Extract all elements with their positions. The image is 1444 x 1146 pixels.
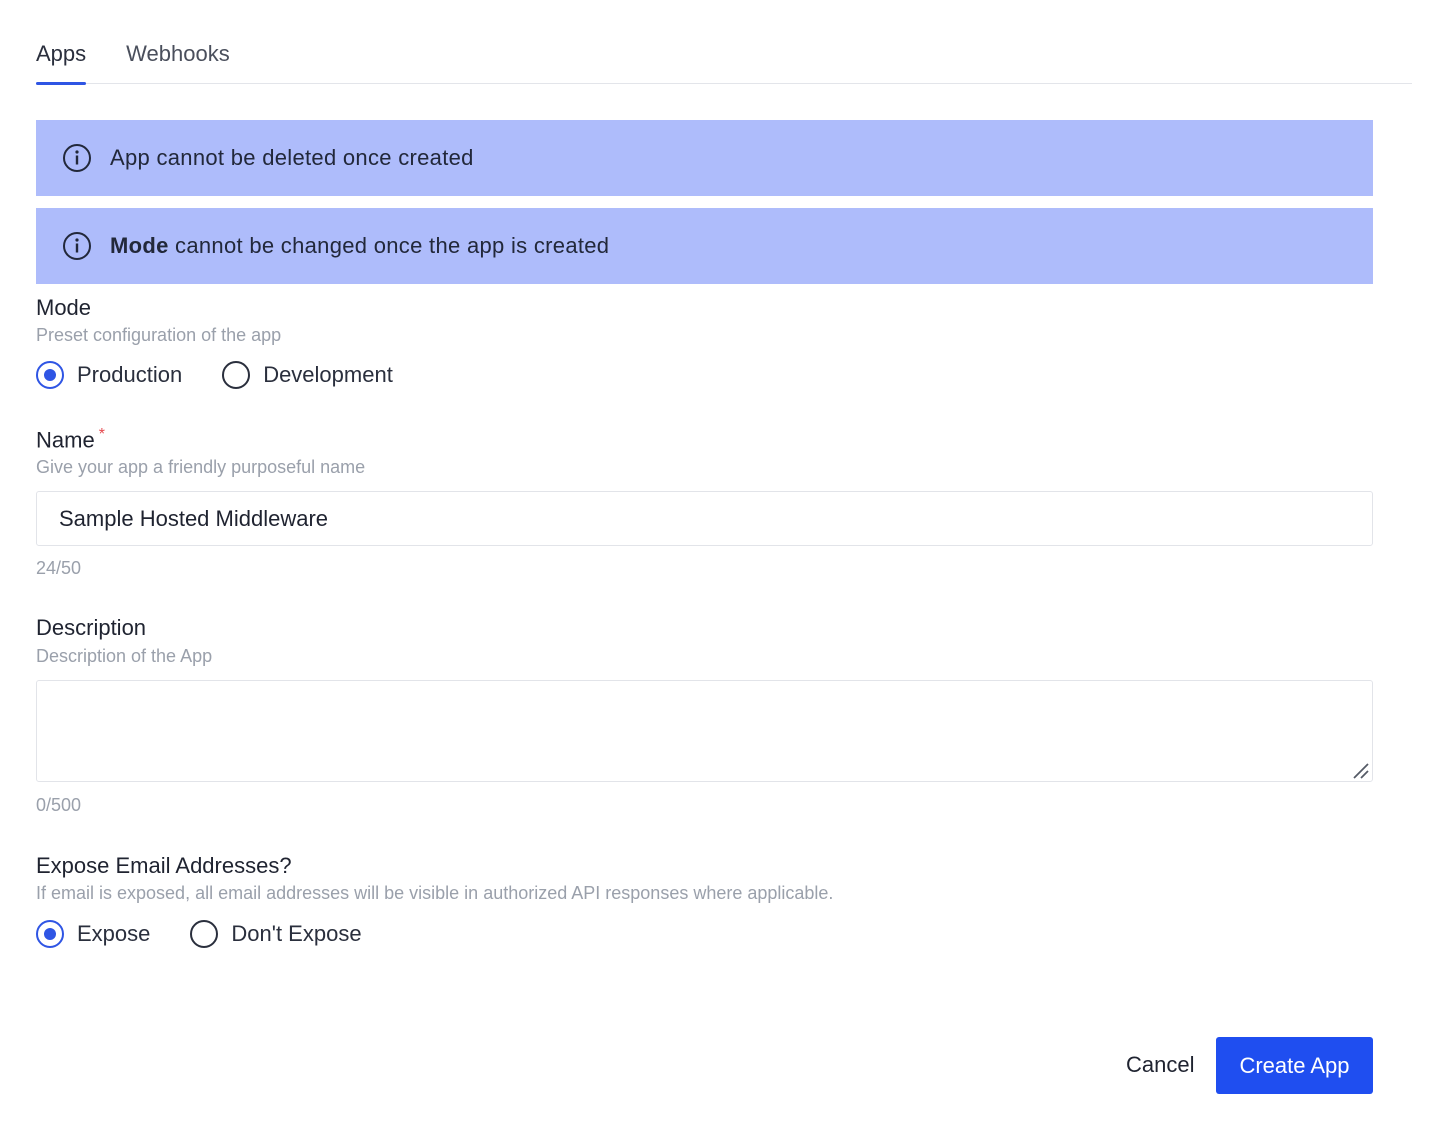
radio-unchecked-icon[interactable] xyxy=(222,361,251,389)
mode-subtitle: Preset configuration of the app xyxy=(36,325,282,345)
mode-warning-rest: cannot be changed once the app is create… xyxy=(168,233,610,258)
mode-option-production-label: Production xyxy=(77,362,183,387)
radio-checked-icon[interactable] xyxy=(36,361,64,389)
mode-warning-text: Mode cannot be changed once the app is c… xyxy=(110,233,609,259)
expose-email-subtitle: If email is exposed, all email addresses… xyxy=(36,883,834,903)
radio-unchecked-icon[interactable] xyxy=(190,920,219,948)
mode-option-development-label: Development xyxy=(263,362,393,387)
mode-option-production[interactable]: Production xyxy=(36,361,182,389)
mode-warning-bold: Mode xyxy=(110,233,169,258)
name-title: Name * xyxy=(36,426,105,453)
tab-bar: Apps Webhooks xyxy=(36,36,1412,85)
tab-webhooks[interactable]: Webhooks xyxy=(126,36,230,83)
delete-warning-banner: App cannot be deleted once created xyxy=(36,120,1373,196)
radio-checked-icon[interactable] xyxy=(36,920,64,948)
expose-option-expose[interactable]: Expose xyxy=(36,920,150,948)
delete-warning-text: App cannot be deleted once created xyxy=(110,145,474,170)
resize-handle-icon[interactable] xyxy=(1350,760,1370,780)
info-icon xyxy=(63,232,91,260)
name-char-counter: 24/50 xyxy=(36,558,82,578)
name-title-text: Name xyxy=(36,427,95,453)
expose-option-expose-label: Expose xyxy=(77,921,151,946)
cancel-button[interactable]: Cancel xyxy=(1110,1037,1210,1093)
mode-warning-banner: Mode cannot be changed once the app is c… xyxy=(36,208,1373,284)
mode-option-development[interactable]: Development xyxy=(222,361,393,389)
expose-email-radio-group: Expose Don't Expose xyxy=(36,920,362,948)
info-icon xyxy=(63,144,91,172)
description-subtitle: Description of the App xyxy=(36,646,213,666)
expose-email-title: Expose Email Addresses? xyxy=(36,853,292,878)
expose-option-dont-expose[interactable]: Don't Expose xyxy=(190,920,362,948)
description-textarea[interactable] xyxy=(36,680,1373,782)
mode-radio-group: Production Development xyxy=(36,361,393,389)
required-asterisk: * xyxy=(98,426,105,443)
description-title: Description xyxy=(36,615,147,640)
create-app-button[interactable]: Create App xyxy=(1216,1037,1373,1094)
mode-title: Mode xyxy=(36,295,92,320)
tab-apps[interactable]: Apps xyxy=(36,36,87,85)
name-input[interactable] xyxy=(36,491,1373,546)
description-char-counter: 0/500 xyxy=(36,795,82,815)
name-subtitle: Give your app a friendly purposeful name xyxy=(36,457,366,477)
expose-option-dont-expose-label: Don't Expose xyxy=(231,921,362,946)
